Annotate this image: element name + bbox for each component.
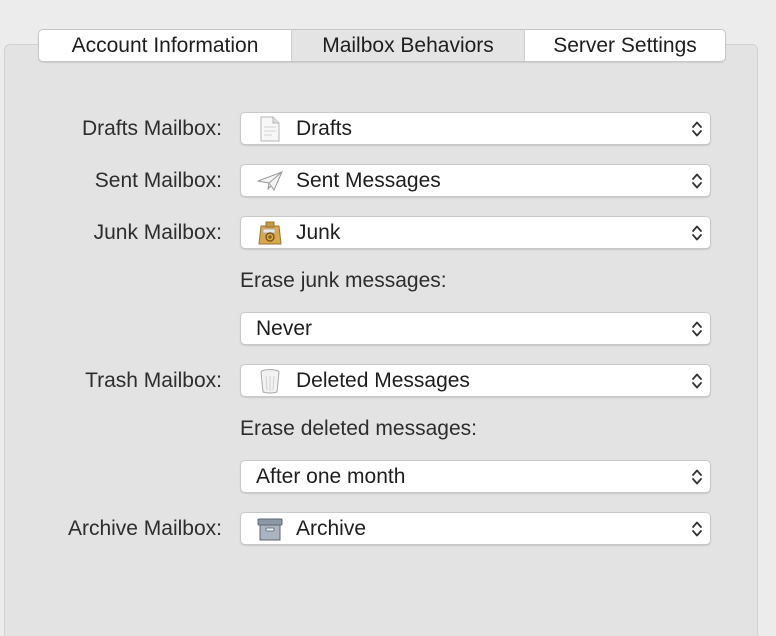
erase-junk-label: Erase junk messages: <box>240 269 447 292</box>
trash-mailbox-value: Deleted Messages <box>296 368 470 392</box>
trash-mailbox-label: Trash Mailbox: <box>85 369 222 392</box>
junk-mailbox-label: Junk Mailbox: <box>93 221 222 244</box>
archive-mailbox-value: Archive <box>296 516 367 540</box>
chevron-updown-icon <box>692 521 702 537</box>
paper-plane-icon <box>257 168 283 194</box>
erase-deleted-value: After one month <box>256 464 406 488</box>
tab-mailbox-behaviors[interactable]: Mailbox Behaviors <box>291 30 525 61</box>
erase-junk-value: Never <box>256 316 313 340</box>
trash-can-icon <box>257 368 283 394</box>
junk-mailbox-select[interactable]: Junk <box>240 216 711 249</box>
chevron-updown-icon <box>692 225 702 241</box>
chevron-updown-icon <box>692 173 702 189</box>
chevron-updown-icon <box>692 469 702 485</box>
trash-mailbox-select[interactable]: Deleted Messages <box>240 364 711 397</box>
junk-mailbox-value: Junk <box>296 220 341 244</box>
erase-junk-select[interactable]: Never <box>240 312 711 345</box>
sent-mailbox-value: Sent Messages <box>296 168 441 192</box>
tab-server-settings[interactable]: Server Settings <box>525 30 725 61</box>
drafts-mailbox-label: Drafts Mailbox: <box>81 117 222 140</box>
sent-mailbox-label: Sent Mailbox: <box>94 169 222 192</box>
archive-mailbox-label: Archive Mailbox: <box>67 517 222 540</box>
chevron-updown-icon <box>692 121 702 137</box>
drafts-mailbox-value: Drafts <box>296 116 353 140</box>
chevron-updown-icon <box>692 321 702 337</box>
sent-mailbox-select[interactable]: Sent Messages <box>240 164 711 197</box>
junk-bag-icon <box>257 220 283 246</box>
drafts-mailbox-select[interactable]: Drafts <box>240 112 711 145</box>
tab-account-information[interactable]: Account Information <box>39 30 291 61</box>
erase-deleted-select[interactable]: After one month <box>240 460 711 493</box>
drafts-page-icon <box>257 116 283 142</box>
archive-box-icon <box>257 516 283 542</box>
chevron-updown-icon <box>692 373 702 389</box>
erase-deleted-label: Erase deleted messages: <box>240 417 477 440</box>
tab-bar: Account Information Mailbox Behaviors Se… <box>38 29 726 62</box>
archive-mailbox-select[interactable]: Archive <box>240 512 711 545</box>
